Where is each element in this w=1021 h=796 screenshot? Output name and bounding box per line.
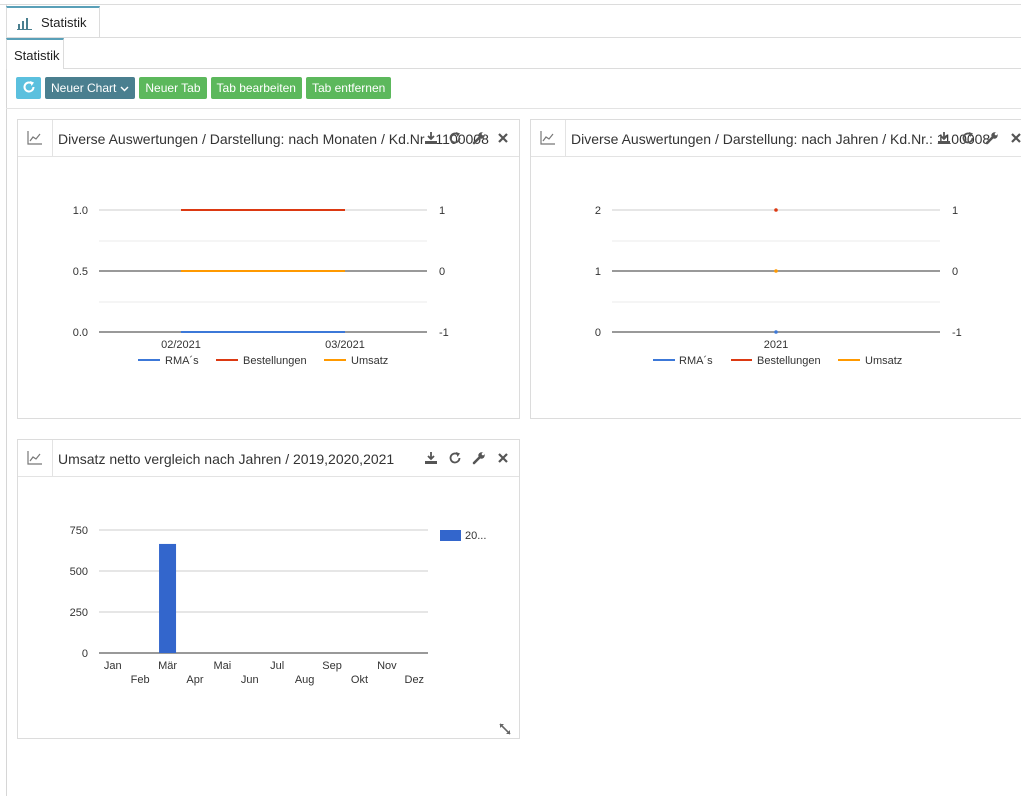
panel-header: Diverse Auswertungen / Darstellung: nach…	[18, 120, 519, 157]
y-tick: 500	[70, 566, 88, 578]
panel-header: Diverse Auswertungen / Darstellung: nach…	[531, 120, 1021, 157]
y-right-tick: 1	[952, 205, 958, 217]
outer-tabbar: Statistik	[6, 6, 1021, 38]
resize-icon[interactable]	[498, 722, 512, 739]
line-chart-yearly: 2 1 0 1 0 -1 2021 RMA´s Bestellungen Ums…	[595, 205, 962, 367]
legend-label-bestellungen: Bestellungen	[757, 355, 821, 367]
y-left-tick: 2	[595, 205, 601, 217]
close-icon[interactable]	[496, 451, 510, 465]
x-tick: Apr	[186, 674, 203, 686]
left-border	[6, 4, 7, 796]
panel-tools	[424, 131, 510, 145]
y-tick: 250	[70, 607, 88, 619]
chart-panel-monthly: Diverse Auswertungen / Darstellung: nach…	[17, 119, 520, 419]
tab-label: Statistik	[41, 15, 87, 30]
line-chart-icon	[18, 440, 53, 476]
bar-chart-revenue: 750 500 250 0 Jan Feb Mär Apr Mai Jun Jul Aug Se…	[70, 525, 487, 686]
toolbar: Neuer Chart Neuer Tab Tab bearbeiten Tab…	[16, 77, 392, 99]
line-chart-icon	[531, 120, 566, 156]
y-left-tick: 1	[595, 266, 601, 278]
x-tick: Aug	[295, 674, 315, 686]
panel-tools	[937, 131, 1021, 145]
x-tick: Jul	[270, 660, 284, 672]
legend-label-bestellungen: Bestellungen	[243, 355, 307, 367]
x-tick: Jan	[104, 660, 122, 672]
wrench-icon[interactable]	[985, 131, 999, 145]
y-left-tick: 1.0	[73, 205, 88, 217]
refresh-icon[interactable]	[448, 131, 462, 145]
x-tick: 2021	[764, 339, 788, 351]
panel-header: Umsatz netto vergleich nach Jahren / 201…	[18, 440, 519, 477]
series-point-1	[774, 208, 778, 212]
x-tick: Mär	[158, 660, 177, 672]
series-point-2	[774, 269, 778, 273]
series-point-0	[774, 330, 778, 334]
legend-swatch-series	[440, 530, 461, 541]
inner-tabbar: Statistik	[6, 38, 1021, 69]
y-left-tick: 0	[595, 327, 601, 339]
remove-tab-button[interactable]: Tab entfernen	[305, 77, 392, 99]
refresh-icon[interactable]	[961, 131, 975, 145]
panel-title: Diverse Auswertungen / Darstellung: nach…	[571, 131, 991, 147]
top-border	[0, 4, 1021, 5]
chart-panel-revenue: Umsatz netto vergleich nach Jahren / 201…	[17, 439, 520, 739]
edit-tab-button[interactable]: Tab bearbeiten	[210, 77, 302, 99]
legend-label-rma: RMA´s	[679, 355, 713, 367]
toolbar-separator	[6, 108, 1021, 109]
y-right-tick: 1	[439, 205, 445, 217]
refresh-icon	[22, 80, 36, 97]
y-tick: 750	[70, 525, 88, 537]
y-right-tick: 0	[952, 266, 958, 278]
close-icon[interactable]	[1009, 131, 1021, 145]
new-chart-button[interactable]: Neuer Chart	[45, 77, 136, 99]
y-right-tick: 0	[439, 266, 445, 278]
y-left-tick: 0.5	[73, 266, 88, 278]
tab-statistik-outer[interactable]: Statistik	[6, 6, 100, 37]
wrench-icon[interactable]	[472, 131, 486, 145]
refresh-button[interactable]	[16, 77, 41, 99]
legend-label-umsatz: Umsatz	[351, 355, 388, 367]
download-icon[interactable]	[937, 131, 951, 145]
line-chart-monthly: 1.0 0.5 0.0 1 0 -1 02/2021 03/2021 RMA´s…	[73, 205, 449, 367]
y-left-tick: 0.0	[73, 327, 88, 339]
bar-chart-icon	[17, 16, 33, 30]
chevron-down-icon	[120, 81, 129, 95]
download-icon[interactable]	[424, 451, 438, 465]
download-icon[interactable]	[424, 131, 438, 145]
panel-tools	[424, 451, 510, 465]
new-tab-button[interactable]: Neuer Tab	[139, 77, 207, 99]
x-tick: Mai	[214, 660, 232, 672]
wrench-icon[interactable]	[472, 451, 486, 465]
y-right-tick: -1	[952, 327, 962, 339]
x-tick: 02/2021	[161, 339, 201, 351]
refresh-icon[interactable]	[448, 451, 462, 465]
x-tick: Feb	[131, 674, 150, 686]
legend-label-rma: RMA´s	[165, 355, 199, 367]
x-tick: Nov	[377, 660, 397, 672]
y-tick: 0	[82, 648, 88, 660]
chart-panel-yearly: Diverse Auswertungen / Darstellung: nach…	[530, 119, 1021, 419]
new-chart-label: Neuer Chart	[51, 81, 117, 95]
bar-Mär	[159, 543, 177, 653]
legend-label-series: 20...	[465, 530, 486, 542]
panel-title: Umsatz netto vergleich nach Jahren / 201…	[58, 451, 395, 467]
tab-statistik-inner[interactable]: Statistik	[6, 38, 64, 69]
line-chart-icon	[18, 120, 53, 156]
x-tick: Dez	[405, 674, 425, 686]
x-tick: Sep	[322, 660, 342, 672]
x-tick: Jun	[241, 674, 259, 686]
y-right-tick: -1	[439, 327, 449, 339]
x-tick: 03/2021	[325, 339, 365, 351]
legend-label-umsatz: Umsatz	[865, 355, 902, 367]
close-icon[interactable]	[496, 131, 510, 145]
x-tick: Okt	[351, 674, 368, 686]
